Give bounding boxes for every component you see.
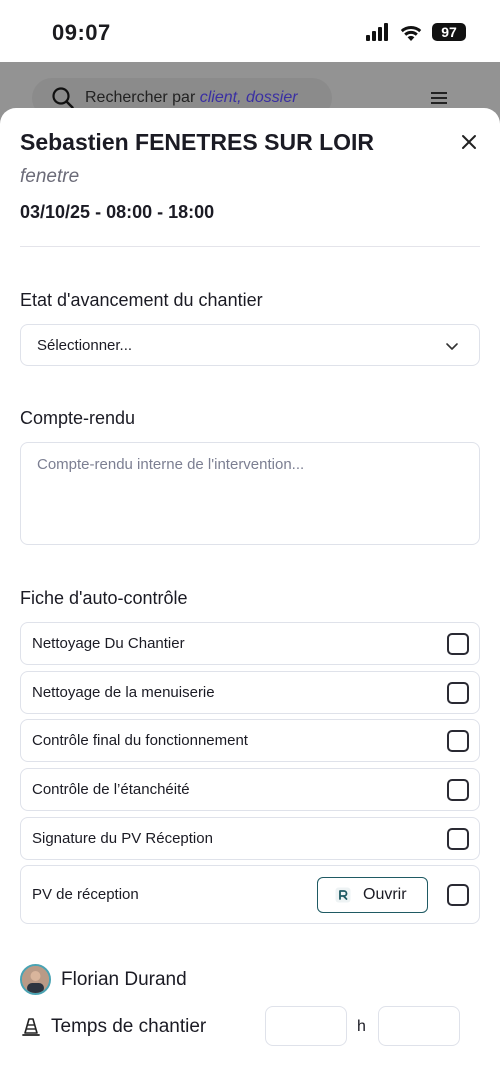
technician-name: Florian Durand [61, 969, 187, 990]
checklist-item-waterproofing-check[interactable]: Contrôle de l’étanchéité [20, 768, 480, 811]
hours-separator: h [357, 1018, 366, 1035]
open-pv-button[interactable]: Ouvrir [317, 877, 428, 913]
checklist-item-site-cleaning[interactable]: Nettoyage Du Chantier [20, 622, 480, 665]
checklist-item-label: Nettoyage de la menuiserie [32, 684, 215, 701]
report-textarea[interactable]: Compte-rendu interne de l'intervention..… [20, 442, 480, 545]
report-placeholder: Compte-rendu interne de l'intervention..… [37, 456, 305, 473]
close-icon[interactable] [458, 131, 480, 153]
checklist-item-label: Signature du PV Réception [32, 830, 213, 847]
document-app-icon [335, 887, 351, 903]
search-placeholder: Rechercher par client, dossier [85, 89, 298, 106]
checklist-checkbox[interactable] [447, 682, 469, 704]
hamburger-menu-icon [431, 92, 447, 104]
intervention-datetime: 03/10/25 - 08:00 - 18:00 [20, 202, 215, 222]
report-section-label: Compte-rendu [20, 408, 136, 428]
intervention-sheet: Sebastien FENETRES SUR LOIR fenetre 03/1… [0, 108, 500, 1082]
progress-section-label: Etat d'avancement du chantier [20, 290, 263, 310]
search-icon [52, 87, 74, 109]
avatar [20, 964, 51, 995]
progress-select-value: Sélectionner... [37, 337, 133, 354]
checklist-checkbox[interactable] [447, 730, 469, 752]
minutes-input[interactable] [378, 1006, 460, 1046]
sheet-title: Sebastien FENETRES SUR LOIR [20, 129, 375, 155]
checklist-item-pv-signature[interactable]: Signature du PV Réception [20, 817, 480, 860]
checklist-item-label: PV de réception [32, 886, 139, 903]
wifi-icon [400, 25, 422, 41]
open-pv-button-label: Ouvrir [363, 886, 407, 903]
sheet-subtitle: fenetre [20, 166, 80, 187]
checklist-item-label: Contrôle de l’étanchéité [32, 781, 190, 798]
checklist-checkbox[interactable] [447, 828, 469, 850]
checklist-item-label: Contrôle final du fonctionnement [32, 732, 248, 749]
cellular-signal-icon [366, 23, 388, 41]
checklist-checkbox[interactable] [447, 633, 469, 655]
checklist-checkbox[interactable] [447, 884, 469, 906]
checklist-checkbox[interactable] [447, 779, 469, 801]
status-time: 09:07 [52, 20, 111, 45]
hours-input[interactable] [265, 1006, 347, 1046]
avatar-image [22, 966, 49, 993]
status-bar: 09:07 97 [0, 0, 500, 62]
battery-indicator: 97 [432, 23, 466, 41]
site-time-label: Temps de chantier [51, 1016, 207, 1037]
checklist-item-final-check[interactable]: Contrôle final du fonctionnement [20, 719, 480, 762]
chevron-down-icon [446, 343, 458, 350]
checklist-item-pv-reception[interactable]: PV de réception Ouvrir [20, 865, 480, 924]
progress-select[interactable]: Sélectionner... [20, 324, 480, 366]
checklist-item-joinery-cleaning[interactable]: Nettoyage de la menuiserie [20, 671, 480, 714]
checklist-item-label: Nettoyage Du Chantier [32, 635, 185, 652]
traffic-cone-icon [22, 1018, 40, 1036]
divider [20, 246, 480, 247]
checklist-section-label: Fiche d'auto-contrôle [20, 588, 188, 608]
